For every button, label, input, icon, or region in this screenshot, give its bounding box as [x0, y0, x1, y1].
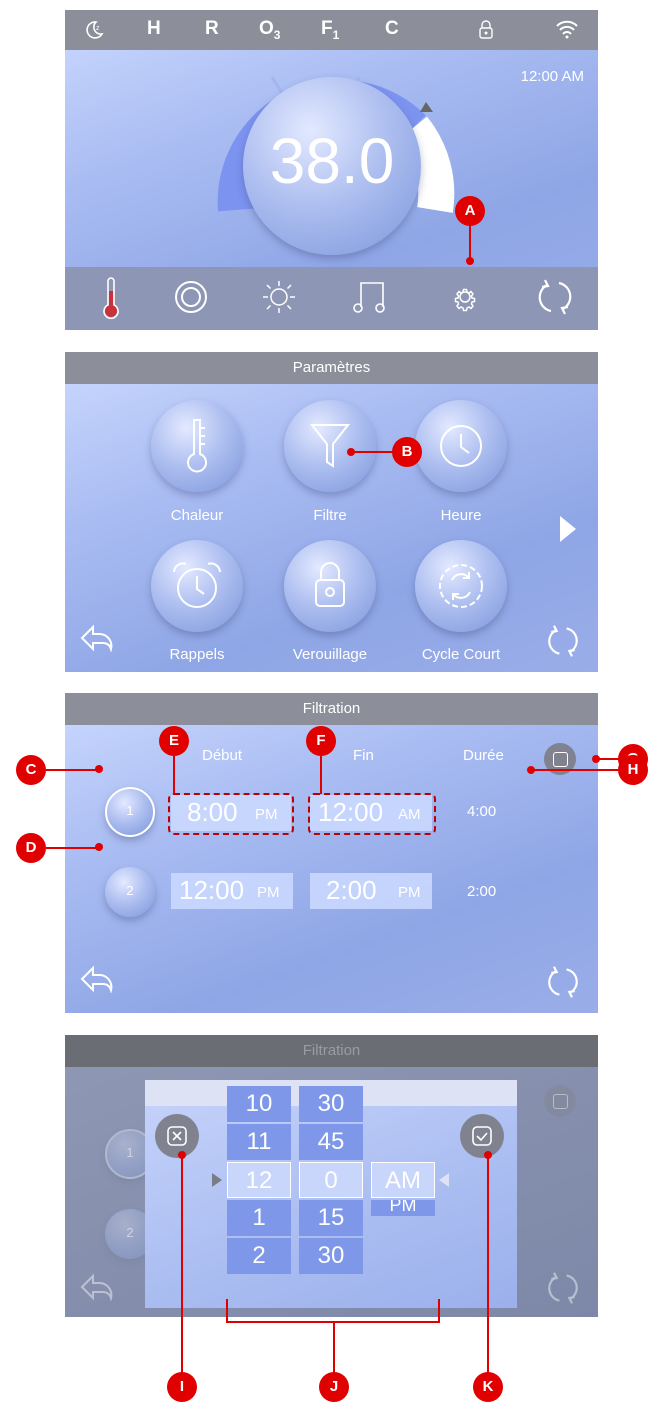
- minute-selected[interactable]: 0: [299, 1162, 363, 1198]
- row1-duration: 4:00: [467, 803, 497, 820]
- marker-c: C: [16, 755, 46, 785]
- minute-option[interactable]: 30: [299, 1086, 363, 1122]
- marker-e-line: [173, 756, 175, 794]
- duration-header: Durée: [463, 747, 504, 764]
- cycle-icon[interactable]: [535, 279, 575, 315]
- accept-button[interactable]: [460, 1114, 504, 1158]
- row1-end-highlight: [308, 793, 436, 835]
- hour-option[interactable]: 2: [227, 1238, 291, 1274]
- row2-end-time[interactable]: 2:00 PM: [310, 873, 432, 909]
- reminders-label: Rappels: [169, 646, 225, 663]
- marker-d: D: [16, 833, 46, 863]
- thermometer-icon: [187, 419, 207, 473]
- marker-h-line: [532, 769, 620, 771]
- settings-title: Paramètres: [65, 352, 598, 384]
- settings-icon[interactable]: [447, 279, 483, 315]
- minute-option[interactable]: 45: [299, 1124, 363, 1160]
- time-picker-dialog: F1 fin 10 11 12 1 2 30 45 0 15 30 AM PM: [145, 1080, 517, 1308]
- marker-j-bracket-left: [226, 1299, 228, 1323]
- short-cycle-icon: [439, 564, 483, 608]
- marker-j-bracket-right: [438, 1299, 440, 1323]
- minute-option[interactable]: 30: [299, 1238, 363, 1274]
- row2-start-value: 12:00: [179, 875, 245, 905]
- cancel-x-icon: [167, 1126, 187, 1146]
- bottom-nav: [65, 267, 598, 330]
- time-picker-screen: Filtration 1 2 F1 fin 10 11 12 1 2: [65, 1035, 598, 1317]
- row2-start-time[interactable]: 12:00 PM: [171, 873, 293, 909]
- main-screen: z H R O3 F1 C 12:00 AM 38.0: [65, 10, 598, 330]
- marker-j: J: [319, 1372, 349, 1402]
- marker-k: K: [473, 1372, 503, 1402]
- marker-j-line: [333, 1323, 335, 1373]
- marker-d-line: [46, 847, 96, 849]
- lock-label: Verouillage: [292, 646, 368, 663]
- music-icon[interactable]: [353, 279, 389, 315]
- marker-k-line: [487, 1156, 489, 1374]
- marker-b-line: [352, 451, 392, 453]
- lock-icon: [315, 562, 345, 607]
- heat-label: Chaleur: [170, 507, 224, 524]
- short-cycle-label: Cycle Court: [421, 646, 501, 663]
- hour-option[interactable]: 11: [227, 1124, 291, 1160]
- row2-end-ampm: PM: [398, 884, 421, 901]
- back-icon[interactable]: [79, 965, 115, 993]
- filter-label: Filtre: [313, 507, 347, 524]
- back-icon[interactable]: [79, 624, 115, 652]
- jets-icon[interactable]: [173, 279, 209, 315]
- cycle-icon-dim: [548, 1272, 578, 1304]
- marker-a-dot: [466, 257, 474, 265]
- time-label: Heure: [440, 507, 482, 524]
- marker-f: F: [306, 726, 336, 756]
- settings-screen: Paramètres Chaleur Filtre Heure Rappels …: [65, 352, 598, 672]
- thermometer-icon[interactable]: [101, 277, 121, 321]
- minute-option[interactable]: 15: [299, 1200, 363, 1236]
- hour-option[interactable]: 10: [227, 1086, 291, 1122]
- row2-duration: 2:00: [467, 883, 497, 900]
- start-header: Début: [202, 747, 243, 764]
- row2-start-ampm: PM: [257, 884, 280, 901]
- marker-h: H: [618, 755, 648, 785]
- temperature-value: 38.0: [269, 125, 395, 197]
- next-page-icon[interactable]: [558, 514, 578, 544]
- hour-option[interactable]: 1: [227, 1200, 291, 1236]
- marker-f-line: [320, 756, 322, 794]
- filtration-title: Filtration: [65, 693, 598, 725]
- hour-pointer-icon: [212, 1173, 222, 1187]
- marker-b: B: [392, 437, 422, 467]
- ampm-pointer-icon: [439, 1173, 449, 1187]
- filter-cycle-1-index: 1: [126, 803, 134, 818]
- marker-e: E: [159, 726, 189, 756]
- marker-c-dot: [95, 765, 103, 773]
- row1-start-highlight: [168, 793, 294, 835]
- back-icon-dim: [80, 1273, 113, 1301]
- marker-c-line: [46, 769, 96, 771]
- cycle-icon[interactable]: [545, 965, 581, 999]
- clock-icon: [440, 425, 482, 467]
- marker-g-line: [597, 758, 619, 760]
- marker-a: A: [455, 196, 485, 226]
- light-icon[interactable]: [261, 279, 297, 315]
- confirm-check-icon-dim: [544, 1085, 576, 1117]
- marker-d-dot: [95, 843, 103, 851]
- accept-check-icon: [472, 1126, 492, 1146]
- filtration-title-dim: Filtration: [65, 1035, 598, 1067]
- cancel-button[interactable]: [155, 1114, 199, 1158]
- ampm-selected[interactable]: AM: [371, 1162, 435, 1198]
- ampm-option[interactable]: PM: [371, 1200, 435, 1216]
- end-header: Fin: [353, 747, 374, 764]
- hour-selected[interactable]: 12: [227, 1162, 291, 1198]
- cycle-icon[interactable]: [545, 624, 581, 658]
- marker-a-line: [469, 226, 471, 260]
- filter-cycle-2-index: 2: [126, 883, 134, 898]
- filter-funnel-icon: [309, 424, 351, 468]
- row2-end-value: 2:00: [326, 875, 377, 905]
- marker-i-line: [181, 1156, 183, 1374]
- marker-i: I: [167, 1372, 197, 1402]
- alarm-clock-icon: [173, 562, 221, 608]
